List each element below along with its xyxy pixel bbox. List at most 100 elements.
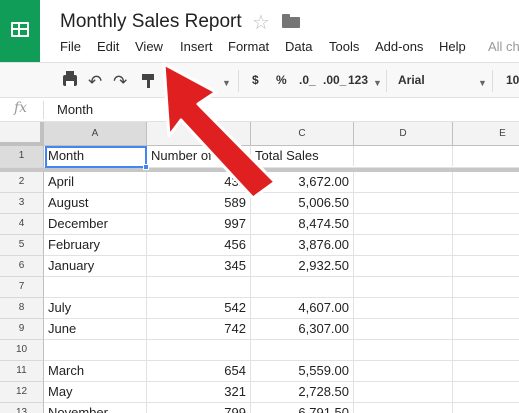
redo-icon[interactable]: ↷ [113, 72, 127, 92]
row-header[interactable]: 8 [0, 298, 44, 319]
cell-number-of-sales[interactable]: 456 [147, 235, 251, 255]
menu-tools[interactable]: Tools [329, 39, 359, 54]
cell-total-sales[interactable]: 2,728.50 [251, 382, 354, 402]
cell-number-of-sales[interactable] [147, 340, 251, 360]
row-header[interactable]: 1 [0, 146, 44, 168]
cell-month[interactable]: March [44, 361, 147, 381]
row-header[interactable]: 6 [0, 256, 44, 277]
row-header[interactable]: 13 [0, 403, 44, 413]
cell-month[interactable]: April [44, 172, 147, 192]
percent-format-button[interactable]: % [276, 72, 287, 88]
formula-input[interactable]: Month [57, 102, 93, 117]
column-header-a[interactable]: A [44, 122, 147, 146]
cell-empty[interactable] [354, 277, 453, 297]
select-all-corner[interactable] [0, 122, 44, 146]
row-header[interactable]: 9 [0, 319, 44, 340]
document-title[interactable]: Monthly Sales Report [60, 11, 242, 33]
row-header[interactable]: 11 [0, 361, 44, 382]
menu-edit[interactable]: Edit [97, 39, 119, 54]
cell-month[interactable]: June [44, 319, 147, 339]
cell-number-of-sales[interactable]: 432 [147, 172, 251, 192]
cell-month[interactable] [44, 277, 147, 297]
last-edit-status[interactable]: All ch [488, 39, 519, 54]
row-header[interactable]: 7 [0, 277, 44, 298]
cell-month[interactable]: August [44, 193, 147, 213]
currency-format-button[interactable]: $ [252, 72, 259, 88]
print-icon[interactable] [63, 71, 77, 86]
folder-icon[interactable] [282, 14, 300, 28]
cell-total-sales[interactable]: 2,932.50 [251, 256, 354, 276]
cell-empty[interactable] [354, 193, 453, 213]
cell-empty[interactable] [354, 146, 453, 166]
cell-empty[interactable] [354, 319, 453, 339]
cell-total-sales[interactable]: 3,672.00 [251, 172, 354, 192]
cell-number-of-sales[interactable]: 345 [147, 256, 251, 276]
more-formats-button[interactable]: 123 [348, 72, 368, 88]
cell-month[interactable] [44, 340, 147, 360]
increase-decimals-button[interactable]: .00_ [323, 72, 346, 88]
column-header-c[interactable]: C [251, 122, 354, 146]
menu-help[interactable]: Help [439, 39, 466, 54]
cell-month[interactable]: February [44, 235, 147, 255]
row-header[interactable]: 2 [0, 172, 44, 193]
cell-number-of-sales[interactable]: 589 [147, 193, 251, 213]
menu-view[interactable]: View [135, 39, 163, 54]
cell-number-of-sales[interactable]: Number of Sales [147, 146, 251, 166]
cell-month[interactable]: December [44, 214, 147, 234]
cell-number-of-sales[interactable] [147, 277, 251, 297]
cell-empty[interactable] [354, 172, 453, 192]
cell-number-of-sales[interactable]: 997 [147, 214, 251, 234]
cell-empty[interactable] [354, 382, 453, 402]
cell-number-of-sales[interactable]: 799 [147, 403, 251, 413]
menu-file[interactable]: File [60, 39, 81, 54]
cell-number-of-sales[interactable]: 321 [147, 382, 251, 402]
paint-format-icon[interactable] [142, 74, 154, 88]
cell-empty[interactable] [354, 235, 453, 255]
cell-number-of-sales[interactable]: 654 [147, 361, 251, 381]
row-header[interactable]: 5 [0, 235, 44, 256]
cell-month[interactable]: January [44, 256, 147, 276]
font-size-select[interactable]: 10 [506, 72, 519, 88]
font-dropdown-icon[interactable]: ▼ [478, 75, 487, 91]
cell-total-sales[interactable]: 3,876.00 [251, 235, 354, 255]
zoom-dropdown-icon[interactable]: ▼ [222, 75, 231, 91]
column-header-e[interactable]: E [453, 122, 519, 146]
decrease-decimals-button[interactable]: .0_ [299, 72, 316, 88]
cell-month[interactable]: May [44, 382, 147, 402]
cell-empty[interactable] [354, 403, 453, 413]
cell-total-sales[interactable] [251, 340, 354, 360]
cell-month[interactable]: November [44, 403, 147, 413]
cell-total-sales[interactable]: 8,474.50 [251, 214, 354, 234]
cell-total-sales[interactable]: 5,559.00 [251, 361, 354, 381]
star-icon[interactable]: ☆ [252, 10, 270, 35]
menu-addons[interactable]: Add-ons [375, 39, 423, 54]
cell-month[interactable]: July [44, 298, 147, 318]
font-family-select[interactable]: Arial [398, 72, 425, 88]
row-header[interactable]: 12 [0, 382, 44, 403]
fill-handle[interactable] [143, 164, 149, 170]
menu-data[interactable]: Data [285, 39, 312, 54]
row-header[interactable]: 4 [0, 214, 44, 235]
cell-empty[interactable] [354, 214, 453, 234]
cell-empty[interactable] [354, 298, 453, 318]
menu-insert[interactable]: Insert [180, 39, 213, 54]
cell-total-sales[interactable] [251, 277, 354, 297]
cell-total-sales[interactable]: 5,006.50 [251, 193, 354, 213]
cell-number-of-sales[interactable]: 742 [147, 319, 251, 339]
cell-empty[interactable] [354, 340, 453, 360]
menu-format[interactable]: Format [228, 39, 269, 54]
column-header-d[interactable]: D [354, 122, 453, 146]
cell-empty[interactable] [354, 256, 453, 276]
column-header-b[interactable]: B [147, 122, 251, 146]
cell-total-sales[interactable]: 6,307.00 [251, 319, 354, 339]
row-header[interactable]: 3 [0, 193, 44, 214]
undo-icon[interactable]: ↶ [88, 72, 102, 92]
more-formats-dropdown-icon[interactable]: ▼ [373, 75, 382, 91]
cell-total-sales[interactable]: Total Sales [251, 146, 354, 166]
sheets-logo-icon[interactable] [0, 0, 40, 62]
cell-total-sales[interactable]: 4,607.00 [251, 298, 354, 318]
cell-number-of-sales[interactable]: 542 [147, 298, 251, 318]
cell-empty[interactable] [354, 361, 453, 381]
cell-total-sales[interactable]: 6,791.50 [251, 403, 354, 413]
row-header[interactable]: 10 [0, 340, 44, 361]
